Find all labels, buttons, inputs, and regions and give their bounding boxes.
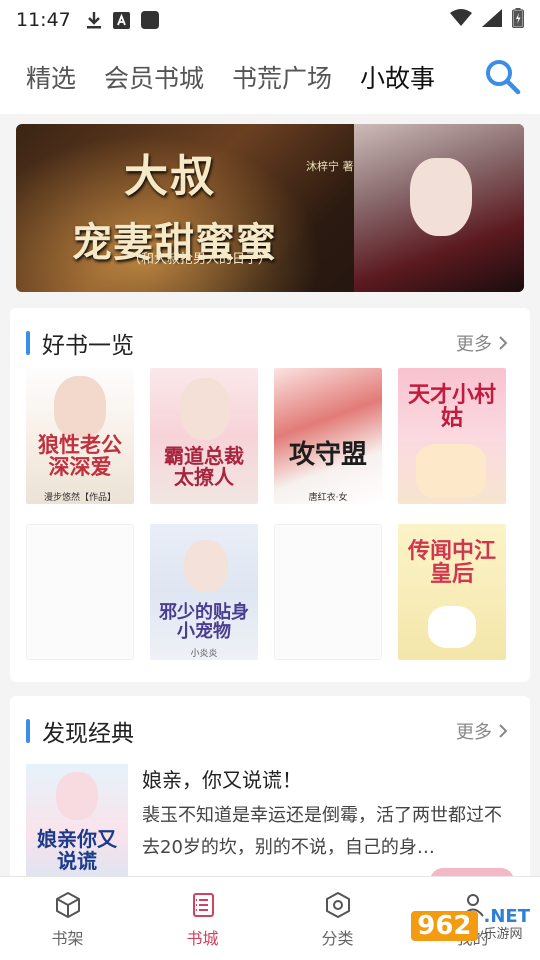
book-cover-title: 攻守盟 [288,440,367,470]
discover-header: 发现经典 [26,714,134,748]
watermark-domain: .NET [483,906,530,927]
bottom-nav-category-label: 分类 [321,929,354,948]
book-cover-placeholder[interactable] [26,524,134,660]
battery-icon [511,8,525,32]
book-cover-title: 狼性老公深深爱 [38,432,122,480]
tab-featured[interactable]: 精选 [26,59,76,95]
wifi-icon [450,9,472,31]
more-label: 更多 [456,722,492,743]
status-bar: 11:47 [0,0,540,40]
good-books-more-link[interactable]: 更多 [456,330,508,356]
cover-figure [428,606,476,648]
square-icon [140,11,159,29]
discover-more-link[interactable]: 更多 [456,718,508,744]
good-books-title: 好书一览 [42,333,134,359]
tab-book-square[interactable]: 书荒广场 [232,59,332,95]
download-icon [85,11,103,29]
cover-figure [54,376,106,438]
chevron-right-icon [499,336,508,350]
site-watermark: 962 .NET 乐游网 [411,908,530,944]
bottom-nav-bookshelf-label: 书架 [51,929,84,948]
top-nav: 精选 会员书城 书荒广场 小故事 [0,40,540,114]
watermark-site: 乐游网 [483,927,523,942]
banner-subtitle: （和大叔抢男人的日子） [128,252,272,267]
cover-figure [184,540,228,592]
discover-title: 发现经典 [42,721,134,747]
watermark-logo: 962 [411,911,478,941]
good-books-section: 好书一览 更多 狼性老公深深爱 漫步悠然【作品】 霸道总裁太撩人 攻守盟 唐红衣… [10,308,530,682]
banner-title-line1: 大叔 [124,151,216,202]
book-cover-author: 漫步悠然【作品】 [43,493,116,503]
hexagon-icon [325,892,350,918]
book-cover[interactable]: 狼性老公深深爱 漫步悠然【作品】 [26,368,134,504]
book-cover-title: 霸道总裁太撩人 [164,444,244,489]
bottom-nav-category[interactable]: 分类 [270,877,405,960]
text-a-icon [113,11,131,29]
section-accent-bar [26,719,30,743]
bottom-nav-bookstore[interactable]: 书城 [135,877,270,960]
book-cover[interactable]: 霸道总裁太撩人 [150,368,258,504]
book-cover-title: 传闻中江皇后 [407,538,496,588]
banner-author-stamp: 沐梓宁 著 [306,160,354,173]
book-cover[interactable]: 攻守盟 唐红衣·女 [274,368,382,504]
tab-short-stories[interactable]: 小故事 [360,59,435,95]
book-cover[interactable]: 邪少的贴身小宠物 小炎炎 [150,524,258,660]
search-icon[interactable] [484,58,522,96]
bottom-nav-bookshelf[interactable]: 书架 [0,877,135,960]
bottom-nav-bookstore-label: 书城 [186,929,219,948]
cover-figure [416,444,486,498]
section-accent-bar [26,331,30,355]
good-books-header: 好书一览 [26,326,134,360]
cover-figure [180,378,230,440]
discover-book-title[interactable]: 娘亲，你又说谎！ [142,764,302,793]
discover-section: 发现经典 更多 娘亲你又说谎 娘亲，你又说谎！ 裴玉不知道是幸运还是倒霉，活了两… [10,696,530,904]
book-cover-title: 天才小村姑 [407,382,496,432]
signal-icon [482,9,502,31]
book-cover-placeholder[interactable] [274,524,382,660]
book-list-icon [192,893,214,917]
book-cover-title: 邪少的贴身小宠物 [159,602,249,642]
book-cover-author: 唐红衣·女 [308,493,348,503]
book-cover[interactable]: 天才小村姑 [398,368,506,504]
cover-figure [56,772,98,820]
status-time: 11:47 [16,9,71,31]
discover-cover-title: 娘亲你又说谎 [37,827,117,873]
cube-icon [55,892,80,918]
discover-book-description: 裴玉不知道是幸运还是倒霉，活了两世都过不去20岁的坎，别的不说，自己的身… [142,805,502,858]
chevron-right-icon [499,724,508,738]
tab-member-store[interactable]: 会员书城 [104,59,204,95]
promo-banner[interactable]: 大叔 宠妻甜蜜蜜 沐梓宁 著 （和大叔抢男人的日子） [16,124,524,292]
more-label: 更多 [456,334,492,355]
book-cover[interactable]: 传闻中江皇后 [398,524,506,660]
book-cover-author: 小炎炎 [190,649,218,659]
banner-character-face [410,158,472,236]
